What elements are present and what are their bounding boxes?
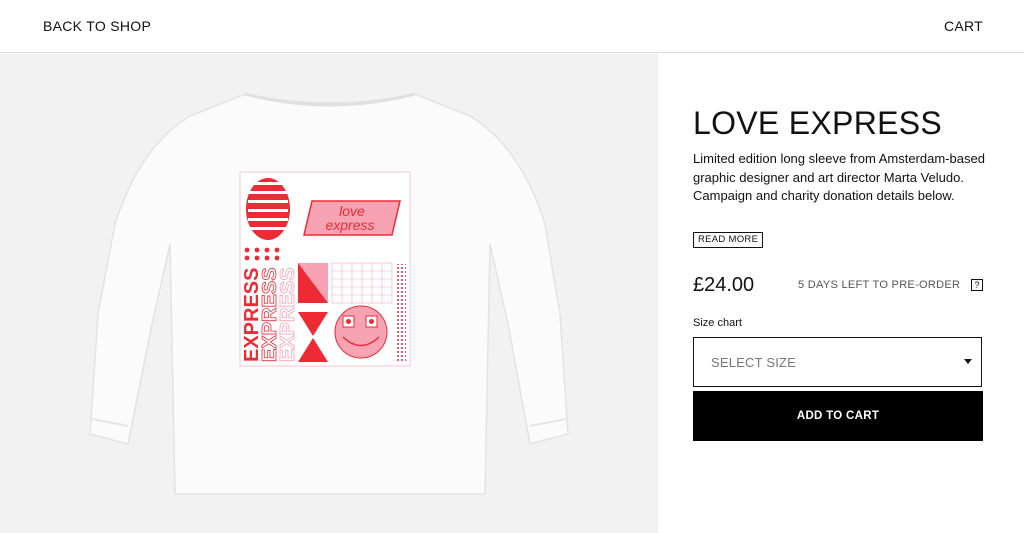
back-to-shop-link[interactable]: BACK TO SHOP (43, 18, 151, 34)
cart-link[interactable]: CART (944, 18, 983, 34)
size-select-placeholder: SELECT SIZE (711, 355, 797, 370)
read-more-button[interactable]: READ MORE (693, 232, 764, 248)
size-chart-label[interactable]: Size chart (693, 317, 742, 329)
product-description: Limited edition long sleeve from Amsterd… (693, 151, 985, 203)
product-title: LOVE EXPRESS (693, 105, 943, 141)
print-vertical-text-3: EXPRESS (277, 268, 299, 362)
print-text-express: express (325, 217, 374, 233)
shirt-print: love express EXPRESS EXPRESS EXPRESS (239, 171, 411, 367)
product-image-panel: love express EXPRESS EXPRESS EXPRESS (0, 54, 658, 533)
size-select[interactable]: SELECT SIZE (693, 337, 982, 387)
product-image: love express EXPRESS EXPRESS EXPRESS (89, 92, 569, 495)
help-question-icon[interactable]: ? (971, 279, 983, 291)
product-price: £24.00 (693, 274, 755, 296)
dropdown-caret-icon (964, 359, 972, 364)
add-to-cart-button[interactable]: ADD TO CART (693, 391, 983, 441)
preorder-status: 5 DAYS LEFT TO PRE-ORDER (798, 279, 961, 291)
top-nav: BACK TO SHOP CART (0, 0, 1024, 53)
